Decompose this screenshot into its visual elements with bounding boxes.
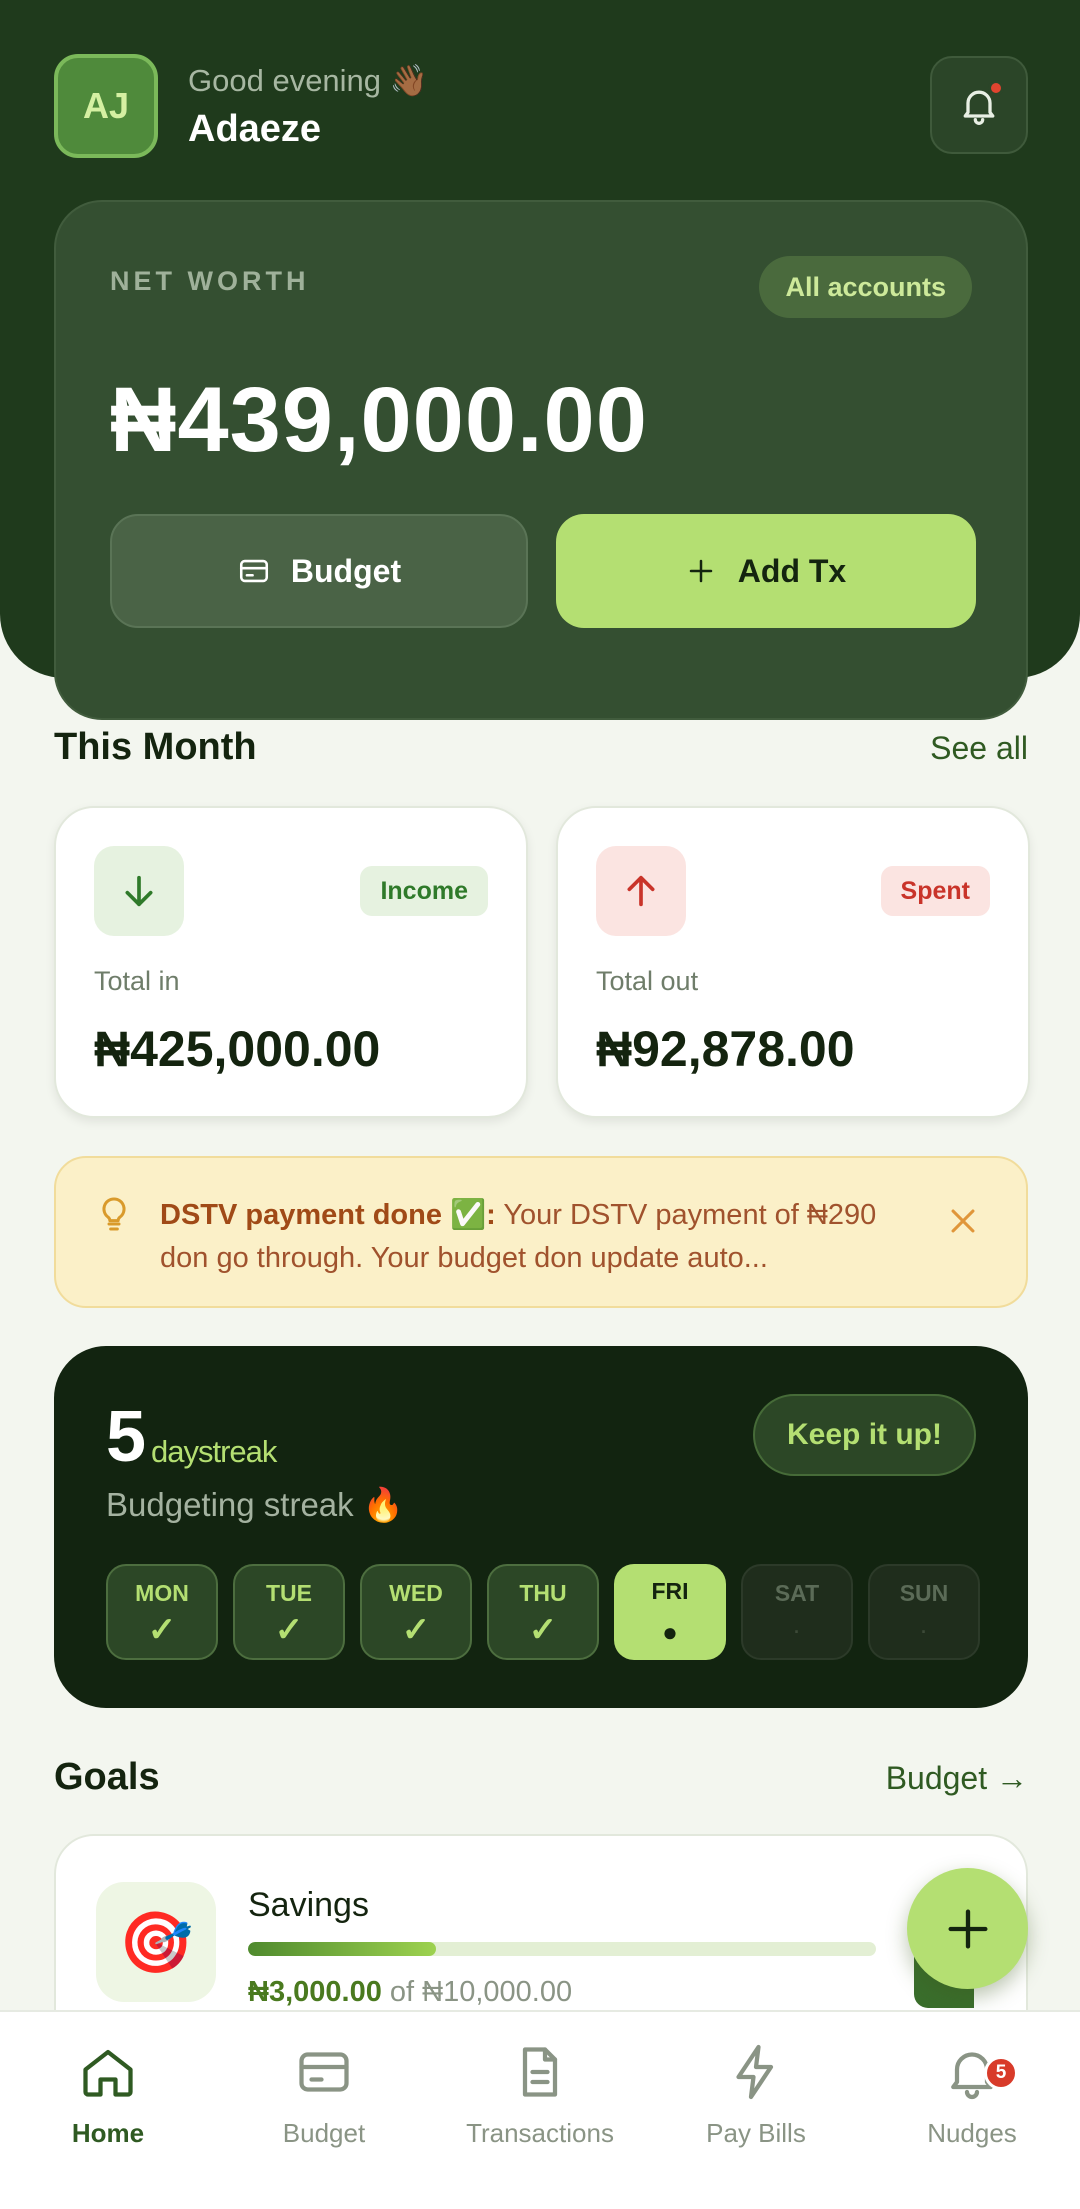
lightning-icon	[736, 2044, 774, 2100]
close-icon[interactable]	[946, 1204, 980, 1238]
bottom-tab-bar: Home Budget Transactions Pay Bills 5 Nud…	[0, 2010, 1080, 2209]
goal-target: of ₦10,000.00	[381, 1976, 573, 2008]
spent-tag: Spent	[880, 866, 990, 916]
user-name: Adaeze	[188, 108, 322, 150]
this-month-title: This Month	[54, 726, 257, 768]
total-in-value: ₦425,000.00	[94, 1021, 381, 1077]
streak-subtitle: Budgeting streak 🔥	[106, 1486, 404, 1523]
income-card[interactable]: Income Total in ₦425,000.00	[54, 806, 528, 1118]
streak-count: 5	[106, 1397, 147, 1477]
budget-button-label: Budget	[290, 552, 402, 589]
net-worth-amount: ₦439,000.00	[110, 369, 648, 471]
goals-budget-link[interactable]: Budget →	[886, 1760, 1028, 1797]
check-icon: ✓	[147, 1611, 177, 1649]
see-all-link[interactable]: See all	[930, 730, 1028, 767]
tab-transactions[interactable]: Transactions	[440, 2042, 640, 2149]
goal-current: ₦3,000.00	[248, 1976, 382, 2008]
net-worth-card: NET WORTH All accounts ₦439,000.00 Budge…	[54, 200, 1028, 720]
goal-name: Savings	[248, 1886, 369, 1924]
spent-icon-box	[596, 846, 686, 936]
target-icon: 🎯	[96, 1882, 216, 2002]
goal-progress-fill	[248, 1942, 437, 1956]
total-out-value: ₦92,878.00	[596, 1021, 855, 1077]
document-icon	[522, 2047, 558, 2097]
streak-day-wed: WED ✓	[360, 1564, 472, 1660]
streak-day-sat: SAT ·	[741, 1564, 853, 1660]
total-out-label: Total out	[596, 966, 699, 996]
greeting-text: Good evening 👋🏾	[188, 63, 429, 98]
card-icon	[239, 559, 268, 583]
tab-nudges[interactable]: 5 Nudges	[872, 2042, 1072, 2149]
arrow-up-icon	[627, 875, 655, 907]
keep-it-up-badge[interactable]: Keep it up!	[753, 1394, 976, 1476]
arrow-down-icon	[125, 875, 153, 907]
streak-unit: daystreak	[151, 1434, 277, 1469]
total-in-label: Total in	[94, 966, 180, 996]
dot-icon: ·	[794, 1622, 800, 1642]
goal-amount: ₦3,000.00 of ₦10,000.00	[248, 1976, 572, 2009]
spent-card[interactable]: Spent Total out ₦92,878.00	[556, 806, 1030, 1118]
income-tag: Income	[360, 866, 488, 916]
tab-transactions-label: Transactions	[466, 2118, 614, 2148]
streak-days: MON ✓ TUE ✓ WED ✓ THU ✓ FRI ● SAT · SUN ·	[106, 1564, 980, 1660]
floating-add-button[interactable]	[907, 1868, 1028, 1989]
dot-icon: ·	[921, 1622, 927, 1642]
add-transaction-label: Add Tx	[737, 552, 847, 589]
income-icon-box	[94, 846, 184, 936]
plus-icon	[948, 1909, 987, 1948]
tab-budget-label: Budget	[282, 2118, 366, 2148]
check-icon: ✓	[274, 1611, 304, 1649]
account-filter-pill[interactable]: All accounts	[759, 256, 972, 318]
home-icon	[83, 2049, 133, 2097]
avatar[interactable]: AJ	[54, 54, 158, 158]
tab-home[interactable]: Home	[8, 2042, 208, 2149]
nudges-count-badge: 5	[984, 2056, 1018, 2090]
tab-budget[interactable]: Budget	[224, 2042, 424, 2149]
streak-card: 5 daystreak Budgeting streak 🔥 Keep it u…	[54, 1346, 1028, 1708]
tab-pay-bills-label: Pay Bills	[706, 2118, 806, 2148]
card-icon	[299, 2052, 349, 2092]
tab-home-label: Home	[71, 2118, 145, 2148]
tab-nudges-label: Nudges	[927, 2118, 1017, 2148]
plus-icon	[689, 559, 713, 583]
lightbulb-icon	[102, 1197, 126, 1231]
payment-notice[interactable]: DSTV payment done ✅: Your DSTV payment o…	[54, 1156, 1028, 1308]
budget-button[interactable]: Budget	[110, 514, 528, 628]
dot-icon: ●	[662, 1617, 678, 1647]
streak-day-tue: TUE ✓	[233, 1564, 345, 1660]
goals-title: Goals	[54, 1756, 160, 1798]
goal-progress-bar	[248, 1942, 876, 1956]
notice-title: DSTV payment done ✅:	[160, 1199, 496, 1231]
streak-day-mon: MON ✓	[106, 1564, 218, 1660]
notifications-button[interactable]	[930, 56, 1028, 154]
tab-pay-bills[interactable]: Pay Bills	[656, 2042, 856, 2149]
streak-day-thu: THU ✓	[487, 1564, 599, 1660]
net-worth-label: NET WORTH	[110, 266, 310, 296]
streak-day-fri: FRI ●	[614, 1564, 726, 1660]
notice-text: DSTV payment done ✅: Your DSTV payment o…	[160, 1194, 920, 1280]
check-icon: ✓	[401, 1611, 431, 1649]
notification-dot	[988, 80, 1004, 96]
check-icon: ✓	[528, 1611, 558, 1649]
add-transaction-button[interactable]: Add Tx	[556, 514, 976, 628]
streak-day-sun: SUN ·	[868, 1564, 980, 1660]
